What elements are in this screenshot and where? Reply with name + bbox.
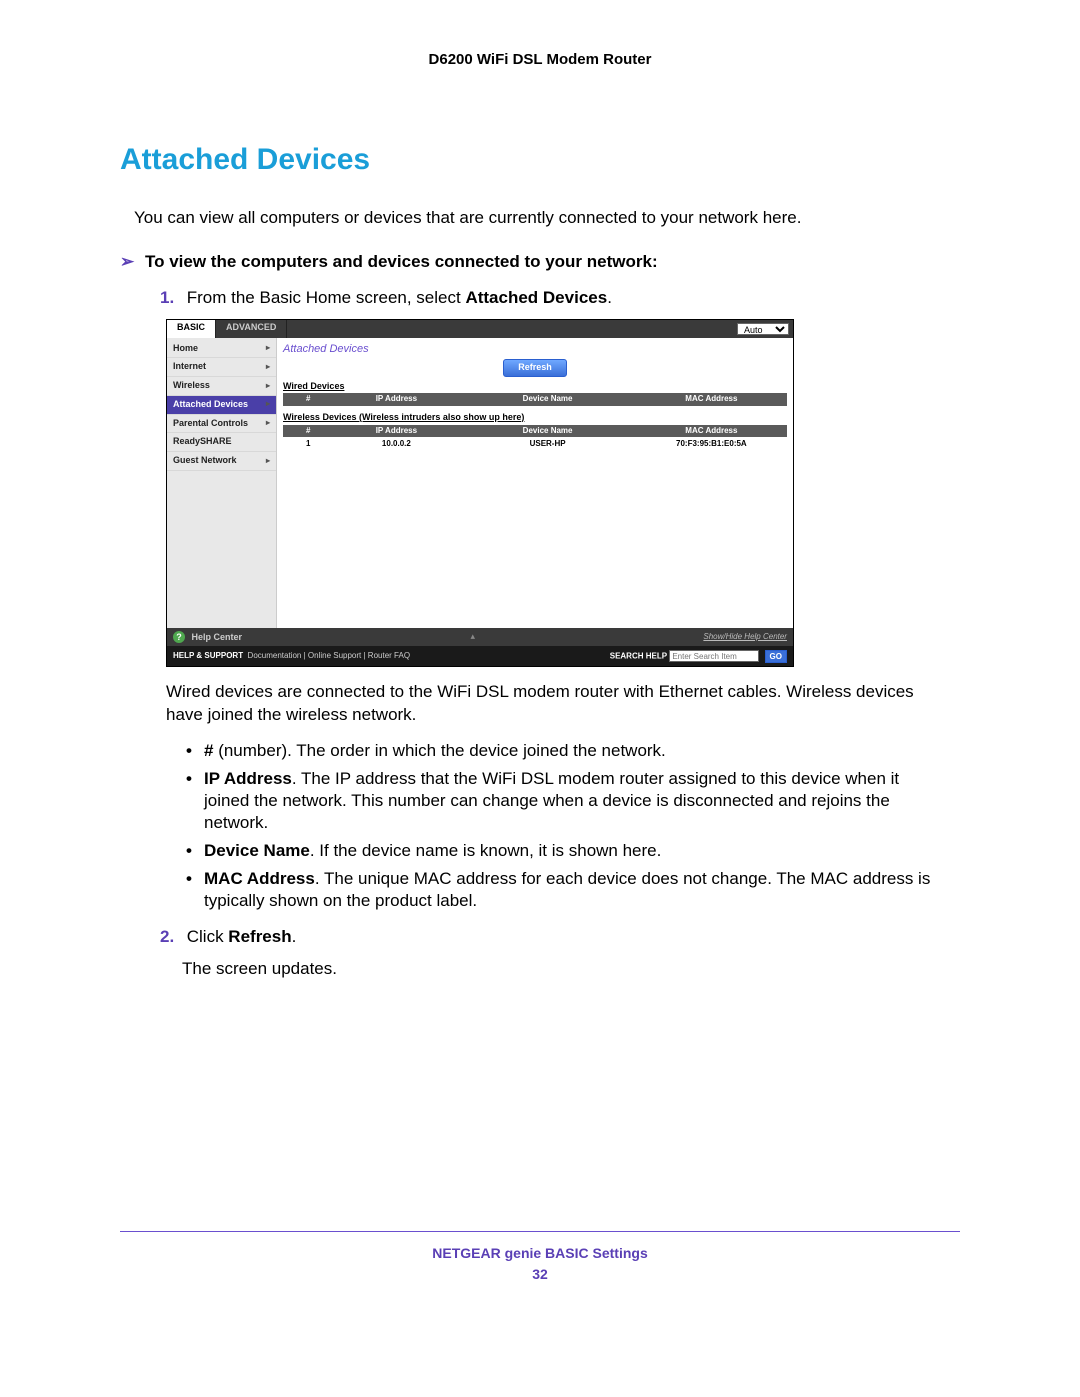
sidebar-label: ReadySHARE (173, 436, 232, 448)
sidebar-label: Wireless (173, 380, 210, 392)
sidebar-label: Attached Devices (173, 399, 248, 411)
sidebar-label: Parental Controls (173, 418, 248, 430)
cell-name: USER-HP (459, 439, 635, 449)
task-label: To view the computers and devices connec… (145, 252, 658, 271)
bullet-bold: Device Name (204, 841, 310, 860)
chevron-right-icon: ▸ (266, 456, 270, 466)
step-number: 1. (160, 287, 182, 309)
step-2-text: Click (187, 927, 229, 946)
bullet-num: # (number). The order in which the devic… (186, 740, 946, 762)
go-button[interactable]: GO (765, 650, 787, 663)
help-center-bar: ? Help Center ▴ Show/Hide Help Center (167, 628, 793, 647)
show-hide-help-link[interactable]: Show/Hide Help Center (703, 632, 787, 642)
bullet-mac: MAC Address. The unique MAC address for … (186, 868, 946, 912)
cell-ip: 10.0.0.2 (333, 439, 459, 449)
help-support-label: HELP & SUPPORT (173, 651, 243, 660)
col-ip: IP Address (333, 394, 459, 404)
support-footer: HELP & SUPPORT Documentation | Online Su… (167, 646, 793, 666)
step-2-result: The screen updates. (182, 958, 960, 980)
chevron-right-icon: ▸ (266, 418, 270, 428)
documentation-link[interactable]: Documentation (248, 651, 302, 660)
sidebar-item-attached-devices[interactable]: Attached Devices ▸ (167, 396, 276, 415)
col-ip: IP Address (333, 426, 459, 436)
col-name: Device Name (459, 426, 635, 436)
chevron-right-icon: ▸ (266, 362, 270, 372)
bullet-name: Device Name. If the device name is known… (186, 840, 946, 862)
bullet-bold: IP Address (204, 769, 292, 788)
bullet-bold: MAC Address (204, 869, 315, 888)
step-number: 2. (160, 926, 182, 948)
step-1-bold: Attached Devices (465, 288, 607, 307)
post-screenshot-text: Wired devices are connected to the WiFi … (166, 681, 946, 725)
main-panel: Attached Devices Refresh Wired Devices #… (277, 338, 793, 628)
step-2-suffix: . (292, 927, 297, 946)
step-1-suffix: . (607, 288, 612, 307)
bullet-text: . The IP address that the WiFi DSL modem… (204, 769, 899, 832)
table-row: 1 10.0.0.2 USER-HP 70:F3:95:B1:E0:5A (283, 437, 787, 451)
tab-basic[interactable]: BASIC (167, 320, 216, 338)
chevron-right-icon: ▸ (266, 381, 270, 391)
bullet-text: . If the device name is known, it is sho… (310, 841, 662, 860)
sidebar-item-parental-controls[interactable]: Parental Controls ▸ (167, 415, 276, 434)
intro-text: You can view all computers or devices th… (134, 207, 946, 229)
step-2-bold: Refresh (228, 927, 291, 946)
sidebar-label: Home (173, 343, 198, 355)
wired-table-header: # IP Address Device Name MAC Address (283, 393, 787, 405)
sidebar-label: Internet (173, 361, 206, 373)
sidebar: Home ▸ Internet ▸ Wireless ▸ Attached Devic… (167, 338, 277, 628)
tab-advanced[interactable]: ADVANCED (216, 320, 287, 338)
col-mac: MAC Address (636, 426, 787, 436)
tab-bar: BASIC ADVANCED Auto (167, 320, 793, 338)
task-heading: ➢ To view the computers and devices conn… (120, 251, 946, 273)
task-arrow-icon: ➢ (120, 251, 134, 273)
section-title: Attached Devices (120, 140, 960, 179)
tab-spacer (287, 320, 737, 338)
sidebar-item-internet[interactable]: Internet ▸ (167, 358, 276, 377)
chevron-right-icon: ▸ (266, 343, 270, 353)
language-select[interactable]: Auto (737, 323, 789, 335)
document-header: D6200 WiFi DSL Modem Router (120, 50, 960, 70)
col-name: Device Name (459, 394, 635, 404)
cell-num: 1 (283, 439, 333, 449)
embedded-router-ui: BASIC ADVANCED Auto Home ▸ Internet ▸ Wire… (166, 319, 794, 668)
help-icon[interactable]: ? (173, 631, 185, 643)
bullet-ip: IP Address. The IP address that the WiFi… (186, 768, 946, 834)
search-help-label: SEARCH HELP (610, 652, 667, 661)
footer-title: NETGEAR genie BASIC Settings (432, 1245, 647, 1261)
router-faq-link[interactable]: Router FAQ (368, 651, 410, 660)
sidebar-item-wireless[interactable]: Wireless ▸ (167, 377, 276, 396)
wireless-devices-label: Wireless Devices (Wireless intruders als… (283, 412, 787, 424)
sidebar-label: Guest Network (173, 455, 237, 467)
sidebar-item-home[interactable]: Home ▸ (167, 340, 276, 359)
wired-devices-label: Wired Devices (283, 381, 787, 393)
step-1-text: From the Basic Home screen, select (187, 288, 466, 307)
bullet-text: (number). The order in which the device … (213, 741, 665, 760)
refresh-button[interactable]: Refresh (503, 359, 567, 377)
panel-title: Attached Devices (283, 342, 787, 356)
page-number: 32 (120, 1265, 960, 1283)
expand-icon[interactable]: ▴ (470, 631, 475, 643)
help-center-label: Help Center (192, 632, 243, 642)
sidebar-item-readyshare[interactable]: ReadySHARE (167, 433, 276, 452)
online-support-link[interactable]: Online Support (308, 651, 361, 660)
step-1: 1. From the Basic Home screen, select At… (160, 287, 960, 309)
cell-mac: 70:F3:95:B1:E0:5A (636, 439, 787, 449)
sidebar-item-guest-network[interactable]: Guest Network ▸ (167, 452, 276, 471)
search-help-input[interactable] (669, 650, 759, 662)
footer-rule (120, 1231, 960, 1232)
step-2: 2. Click Refresh. The screen updates. (160, 926, 960, 980)
col-num: # (283, 426, 333, 436)
chevron-right-icon: ▸ (266, 399, 270, 409)
col-mac: MAC Address (636, 394, 787, 404)
col-num: # (283, 394, 333, 404)
wireless-table-header: # IP Address Device Name MAC Address (283, 425, 787, 437)
page-footer: NETGEAR genie BASIC Settings 32 (120, 1244, 960, 1283)
